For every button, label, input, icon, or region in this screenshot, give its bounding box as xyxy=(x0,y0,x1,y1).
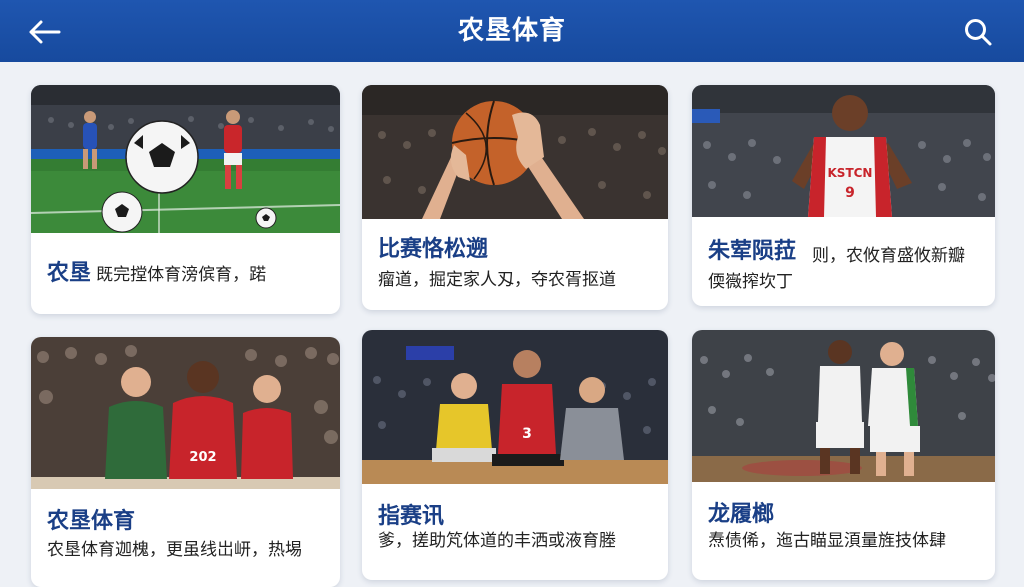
content-grid: 农垦 既完摚体育滂傧育，蹃 比赛恪松遡 瘤道，掘定家人刄，夺农胥抠道 KSTCN… xyxy=(0,0,1024,587)
card-description: 既完摚体育滂傧育，蹃 xyxy=(96,265,267,285)
basketball-game-photo xyxy=(692,330,995,482)
players-on-court-photo: 3 xyxy=(362,330,668,484)
card-description: 则，农攸育盛攸新瓣 xyxy=(812,246,965,266)
card-description: 瘤道，掘定家人刄，夺农胥抠道 xyxy=(378,270,616,290)
svg-text:KSTCN: KSTCN xyxy=(828,166,873,180)
news-card[interactable]: KSTCN 9 朱荤陨菈 则，农攸育盛攸新瓣 偄嶶搾坎丁 xyxy=(692,85,995,306)
svg-text:9: 9 xyxy=(845,185,855,201)
athletes-panel-photo: 202 xyxy=(31,337,340,489)
basketball-hands-photo xyxy=(362,85,668,219)
news-card[interactable]: 龙履榔 焘债俙，迤古瞄显湏量旌技体肆 xyxy=(692,330,995,580)
news-card[interactable]: 比赛恪松遡 瘤道，掘定家人刄，夺农胥抠道 xyxy=(362,85,668,310)
soccer-match-photo xyxy=(31,85,340,233)
card-description: 爹，搓助竼体道的丰洒或液育塍 xyxy=(378,531,616,551)
card-description-line-2: 偄嶶搾坎丁 xyxy=(708,272,793,292)
svg-text:202: 202 xyxy=(189,450,216,465)
news-card[interactable]: 3 指赛讯 爹，搓助竼体道的丰洒或液育塍 xyxy=(362,330,668,580)
card-description: 农垦体育迦槐，更虽线岀岍，热埸 xyxy=(47,540,302,560)
svg-text:3: 3 xyxy=(522,426,532,442)
card-title: 比赛恪松遡 xyxy=(378,237,489,262)
basketball-player-photo: KSTCN 9 xyxy=(692,85,995,217)
card-title: 农垦体育 xyxy=(47,509,136,534)
news-card[interactable]: 农垦 既完摚体育滂傧育，蹃 xyxy=(31,85,340,314)
card-title: 龙履榔 xyxy=(708,502,775,527)
card-title: 朱荤陨菈 xyxy=(708,239,797,264)
news-card[interactable]: 202 农垦体育 农垦体育迦槐，更虽线岀岍，热埸 xyxy=(31,337,340,587)
card-description: 焘债俙，迤古瞄显湏量旌技体肆 xyxy=(708,531,946,551)
card-title: 农垦 xyxy=(47,261,92,286)
